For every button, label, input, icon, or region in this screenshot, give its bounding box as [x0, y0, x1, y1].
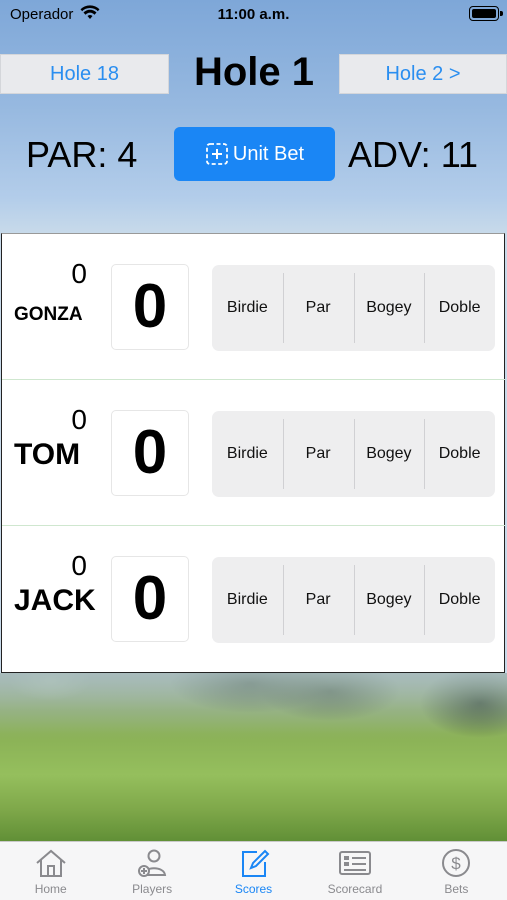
- player-name: GONZA: [14, 304, 83, 325]
- player-total: 0: [71, 550, 87, 581]
- battery-icon: [469, 6, 503, 21]
- hole-score-field[interactable]: 0: [111, 264, 189, 350]
- score-shortcut-segment: Birdie Par Bogey Doble: [212, 557, 495, 643]
- player-total: 0: [71, 258, 87, 289]
- tab-label: Bets: [444, 882, 469, 896]
- double-bogey-button[interactable]: Doble: [424, 265, 495, 351]
- player-row: 0 TOM 0 Birdie Par Bogey Doble: [2, 380, 505, 526]
- dollar-icon: $: [442, 849, 471, 877]
- hole-score-field[interactable]: 0: [111, 410, 189, 496]
- bogey-button[interactable]: Bogey: [353, 411, 425, 497]
- score-shortcut-segment: Birdie Par Bogey Doble: [212, 265, 495, 351]
- birdie-button[interactable]: Birdie: [212, 265, 283, 351]
- birdie-button[interactable]: Birdie: [212, 557, 283, 643]
- scores-screen: Operador 11:00 a.m. Hole 18 Hole 1 Hole …: [0, 0, 507, 900]
- par-label: PAR: 4: [26, 134, 138, 175]
- svg-text:$: $: [452, 854, 462, 873]
- advantage-label: ADV: 11: [348, 134, 479, 175]
- status-bar: Operador 11:00 a.m.: [0, 0, 507, 30]
- player-row: 0 GONZA 0 Birdie Par Bogey Doble: [2, 234, 505, 380]
- bogey-button[interactable]: Bogey: [353, 265, 425, 351]
- hole-score-field[interactable]: 0: [111, 556, 189, 642]
- par-button[interactable]: Par: [282, 265, 354, 351]
- par-button[interactable]: Par: [282, 557, 354, 643]
- par-button[interactable]: Par: [282, 411, 354, 497]
- golf-course-background: [0, 673, 507, 843]
- birdie-button[interactable]: Birdie: [212, 411, 283, 497]
- hole-title: Hole 1: [193, 50, 315, 94]
- tab-bets[interactable]: $ Bets: [406, 842, 507, 900]
- unit-bet-button[interactable]: Unit Bet: [174, 127, 335, 181]
- score-shortcut-segment: Birdie Par Bogey Doble: [212, 411, 495, 497]
- clock: 11:00 a.m.: [217, 6, 290, 23]
- tab-label: Scorecard: [327, 882, 383, 896]
- tab-home[interactable]: Home: [0, 842, 101, 900]
- bogey-button[interactable]: Bogey: [353, 557, 425, 643]
- tab-scores[interactable]: Scores: [203, 842, 304, 900]
- home-icon: [36, 849, 66, 877]
- double-bogey-button[interactable]: Doble: [424, 557, 495, 643]
- player-total: 0: [71, 404, 87, 435]
- tab-label: Home: [34, 882, 67, 896]
- double-bogey-button[interactable]: Doble: [424, 411, 495, 497]
- player-name: JACK: [14, 584, 96, 617]
- tab-scorecard[interactable]: Scorecard: [304, 842, 405, 900]
- tab-label: Players: [132, 882, 173, 896]
- add-square-icon: [206, 143, 228, 165]
- scorecard-icon: [338, 851, 371, 875]
- next-hole-button[interactable]: Hole 2 >: [339, 54, 507, 94]
- player-name: TOM: [14, 438, 81, 471]
- tab-players[interactable]: Players: [101, 842, 202, 900]
- add-player-icon: [138, 849, 167, 877]
- tab-label: Scores: [234, 882, 273, 896]
- previous-hole-button[interactable]: Hole 18: [0, 54, 169, 94]
- player-score-list: 0 GONZA 0 Birdie Par Bogey Doble 0 TOM 0…: [1, 233, 505, 673]
- tab-bar: Home Players Scores Scorecard $ Bets: [0, 841, 507, 900]
- edit-icon: [241, 849, 269, 877]
- player-row: 0 JACK 0 Birdie Par Bogey Doble: [2, 526, 505, 672]
- unit-bet-label: Unit Bet: [232, 142, 305, 165]
